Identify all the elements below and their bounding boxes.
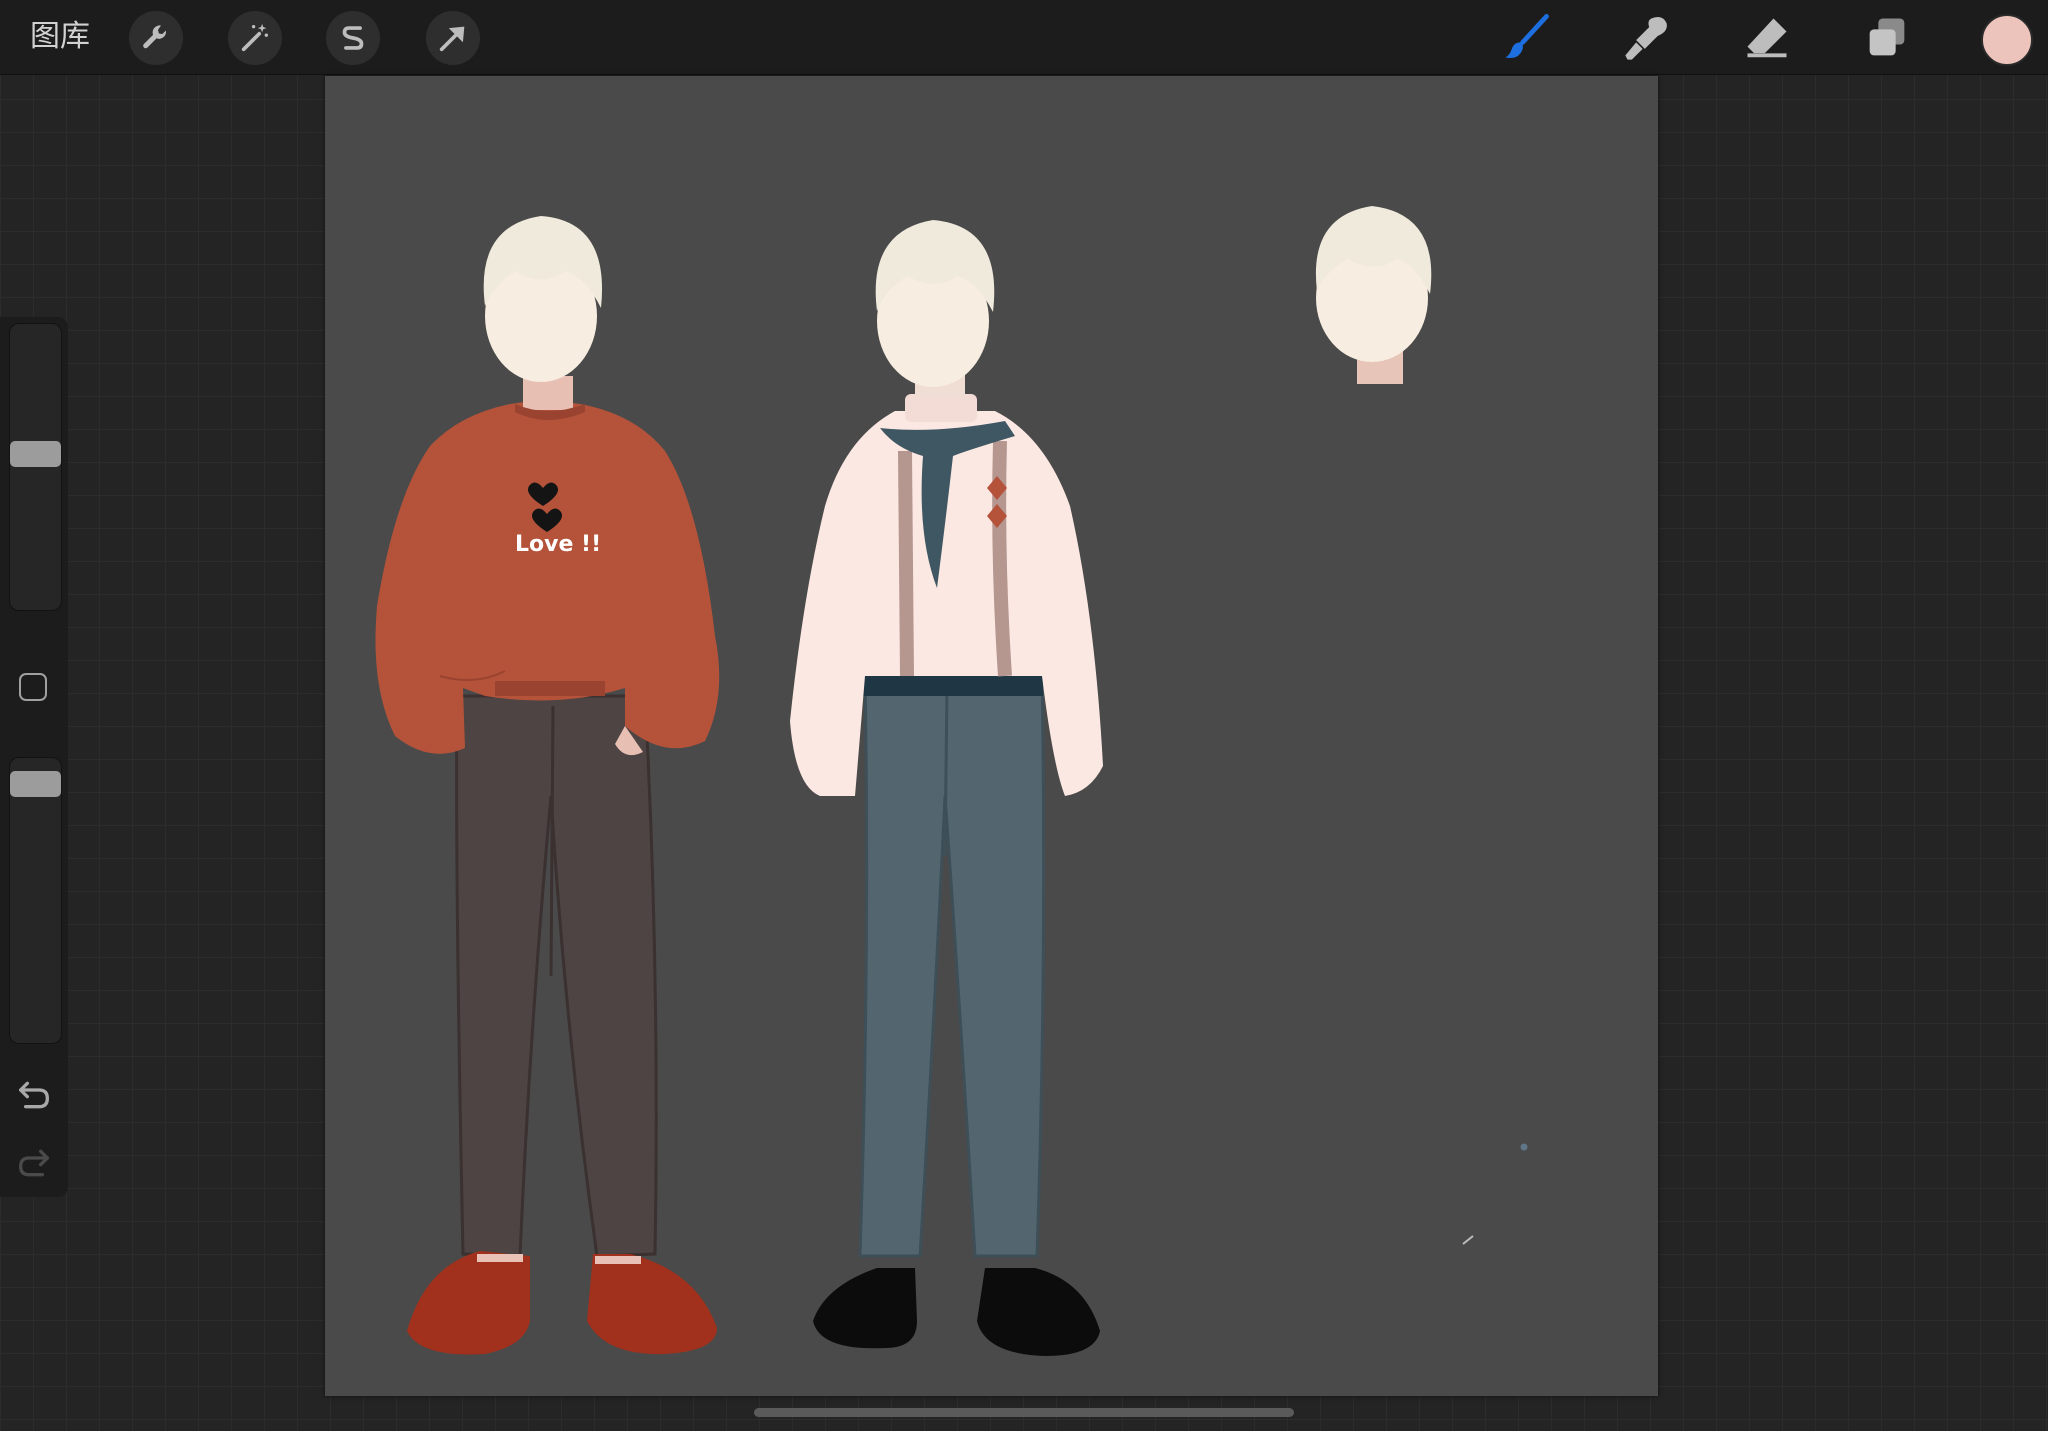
modify-button[interactable] <box>19 673 47 701</box>
undo-icon[interactable] <box>14 1075 54 1115</box>
transform-button[interactable] <box>426 11 480 65</box>
redo-icon[interactable] <box>14 1143 54 1183</box>
brush-tool-button[interactable] <box>1497 8 1557 68</box>
arrow-cursor-icon <box>439 26 465 52</box>
layers-icon <box>1869 18 1905 56</box>
home-indicator[interactable] <box>754 1408 1294 1417</box>
selection-s-icon <box>342 26 364 50</box>
sweater-text: Love !! <box>515 532 601 557</box>
brush-size-thumb[interactable] <box>10 441 61 467</box>
brush-icon <box>1505 13 1549 59</box>
selection-button[interactable] <box>326 11 380 65</box>
eraser-tool-button[interactable] <box>1737 8 1797 68</box>
layers-button[interactable] <box>1857 8 1917 68</box>
eraser-icon <box>1747 18 1787 58</box>
left-sidebar <box>0 317 68 1197</box>
color-picker-button[interactable] <box>1981 14 2033 66</box>
figure-orange-sweater: Love !! <box>375 216 720 1355</box>
drawing-canvas[interactable]: Love !! <box>325 76 1658 1396</box>
wrench-icon <box>143 25 167 49</box>
opacity-thumb[interactable] <box>10 771 61 797</box>
actions-button[interactable] <box>129 11 183 65</box>
figure-head-study <box>1315 206 1432 384</box>
opacity-slider[interactable] <box>9 757 62 1044</box>
smudge-icon <box>1625 17 1667 60</box>
brush-size-slider[interactable] <box>9 323 62 611</box>
magic-wand-icon <box>241 23 269 52</box>
adjustments-button[interactable] <box>228 11 282 65</box>
smudge-tool-button[interactable] <box>1617 8 1677 68</box>
artwork: Love !! <box>375 206 1528 1356</box>
top-toolbar: 图库 <box>0 0 2048 75</box>
gallery-button[interactable]: 图库 <box>30 18 90 56</box>
figure-pink-shirt <box>790 220 1103 1356</box>
